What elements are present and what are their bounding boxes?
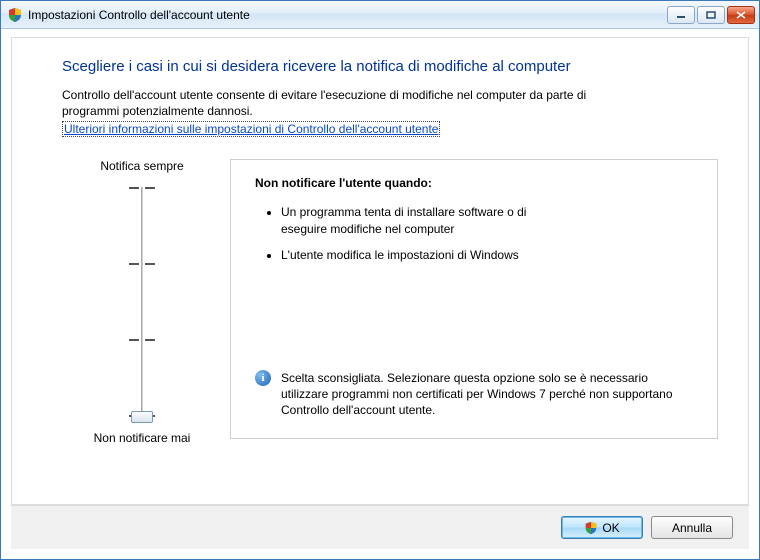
slider-column: Notifica sempre Non notificare mai <box>62 159 222 445</box>
minimize-button[interactable] <box>667 6 695 24</box>
ok-button[interactable]: OK <box>561 516 643 539</box>
slider-section: Notifica sempre Non notificare mai Non <box>62 159 718 445</box>
page-description: Controllo dell'account utente consente d… <box>62 87 622 119</box>
info-bullet: L'utente modifica le impostazioni di Win… <box>281 247 575 263</box>
notification-slider[interactable] <box>62 187 222 417</box>
slider-track <box>141 187 144 417</box>
titlebar[interactable]: Impostazioni Controllo dell'account uten… <box>1 1 759 29</box>
info-bullet-list: Un programma tenta di installare softwar… <box>255 204 575 263</box>
maximize-icon <box>706 11 716 19</box>
maximize-button[interactable] <box>697 6 725 24</box>
ok-button-label: OK <box>602 521 619 535</box>
minimize-icon <box>676 11 686 19</box>
shield-icon <box>7 7 23 23</box>
window-controls <box>667 6 755 24</box>
info-panel-title: Non notificare l'utente quando: <box>255 176 693 190</box>
cancel-button-label: Annulla <box>672 521 712 535</box>
page-heading: Scegliere i casi in cui si desidera rice… <box>62 58 718 75</box>
uac-settings-window: Impostazioni Controllo dell'account uten… <box>0 0 760 560</box>
info-panel: Non notificare l'utente quando: Un progr… <box>230 159 718 439</box>
info-bullet: Un programma tenta di installare softwar… <box>281 204 575 236</box>
slider-top-label: Notifica sempre <box>62 159 222 173</box>
recommendation-row: i Scelta sconsigliata. Selezionare quest… <box>255 370 693 419</box>
window-title: Impostazioni Controllo dell'account uten… <box>28 8 667 22</box>
inner-panel: Scegliere i casi in cui si desidera rice… <box>11 37 749 505</box>
content-area: Scegliere i casi in cui si desidera rice… <box>1 29 759 559</box>
slider-thumb[interactable] <box>131 411 153 423</box>
cancel-button[interactable]: Annulla <box>651 516 733 539</box>
shield-icon <box>584 521 598 535</box>
button-bar: OK Annulla <box>11 505 749 549</box>
slider-bottom-label: Non notificare mai <box>62 431 222 445</box>
close-icon <box>736 11 746 19</box>
recommendation-text: Scelta sconsigliata. Selezionare questa … <box>281 370 693 419</box>
info-icon: i <box>255 370 271 386</box>
close-button[interactable] <box>727 6 755 24</box>
learn-more-link[interactable]: Ulteriori informazioni sulle impostazion… <box>62 121 440 137</box>
